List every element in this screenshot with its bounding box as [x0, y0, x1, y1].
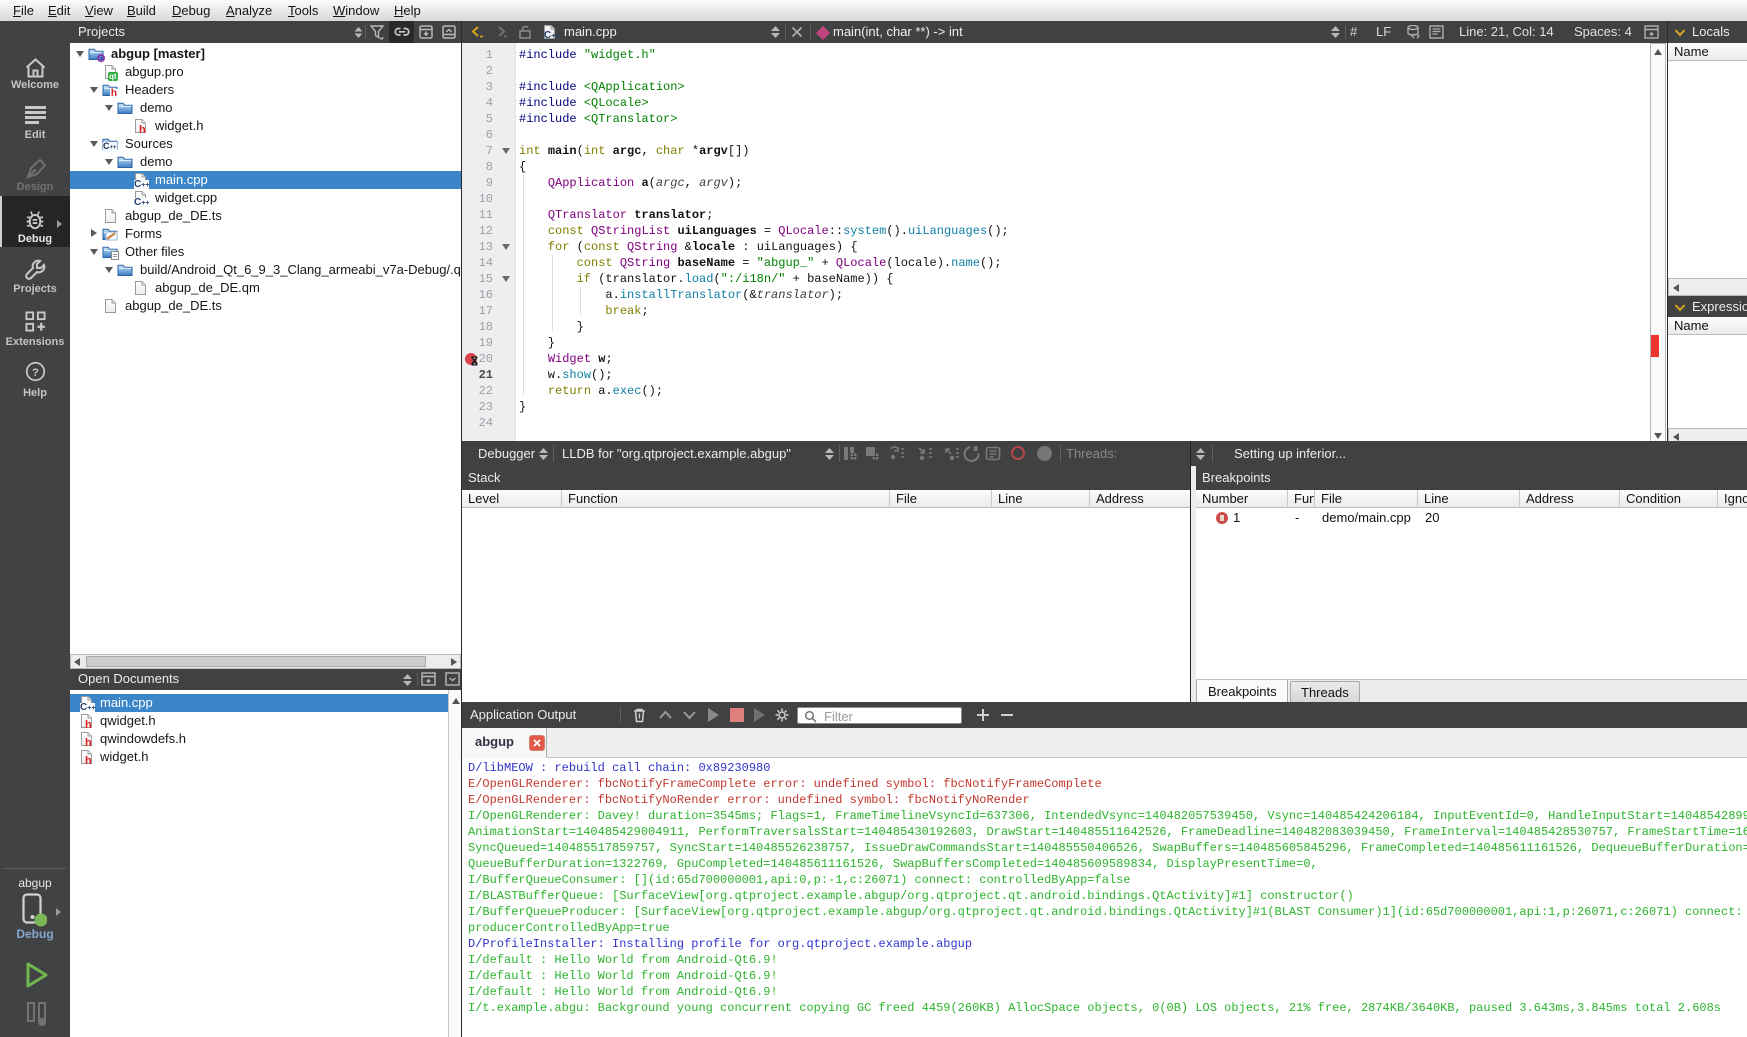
svg-text:?: ?	[32, 367, 39, 379]
